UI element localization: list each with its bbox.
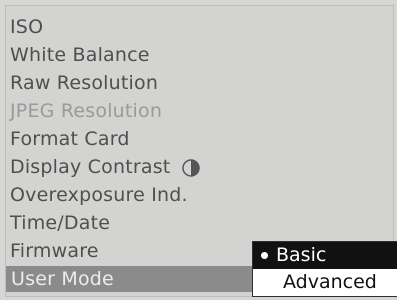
menu-item-label: Raw Resolution [10, 72, 159, 94]
menu-item-label: Format Card [10, 128, 130, 150]
menu-item-label: ISO [10, 16, 44, 38]
menu-item-raw-resolution[interactable]: Raw Resolution [10, 70, 158, 96]
menu-item-label: Overexposure Ind. [10, 184, 188, 206]
selected-bullet-icon [261, 252, 268, 259]
user-mode-submenu: Basic Advanced [252, 241, 397, 297]
contrast-icon [182, 158, 201, 177]
menu-item-label: Firmware [10, 240, 99, 262]
menu-item-time-date[interactable]: Time/Date [10, 210, 110, 236]
menu-item-format-card[interactable]: Format Card [10, 126, 130, 152]
menu-item-label: User Mode [11, 268, 114, 290]
menu-item-label: Display Contrast [10, 156, 171, 178]
menu-item-display-contrast[interactable]: Display Contrast [10, 154, 201, 180]
menu-item-white-balance[interactable]: White Balance [10, 42, 150, 68]
submenu-option-basic[interactable]: Basic [253, 242, 397, 269]
menu-item-user-mode[interactable]: User Mode [6, 266, 261, 292]
menu-item-jpeg-resolution: JPEG Resolution [10, 98, 162, 124]
menu-item-firmware[interactable]: Firmware [10, 238, 99, 264]
submenu-option-label: Advanced [283, 271, 377, 293]
menu-item-overexposure-ind[interactable]: Overexposure Ind. [10, 182, 188, 208]
menu-item-label: Time/Date [10, 212, 111, 234]
menu-item-label: JPEG Resolution [10, 100, 163, 122]
settings-screen: ISO White Balance Raw Resolution JPEG Re… [5, 5, 397, 297]
submenu-option-advanced[interactable]: Advanced [253, 269, 397, 296]
submenu-option-label: Basic [276, 244, 327, 266]
menu-item-iso[interactable]: ISO [10, 14, 43, 40]
menu-item-label: White Balance [10, 44, 150, 66]
